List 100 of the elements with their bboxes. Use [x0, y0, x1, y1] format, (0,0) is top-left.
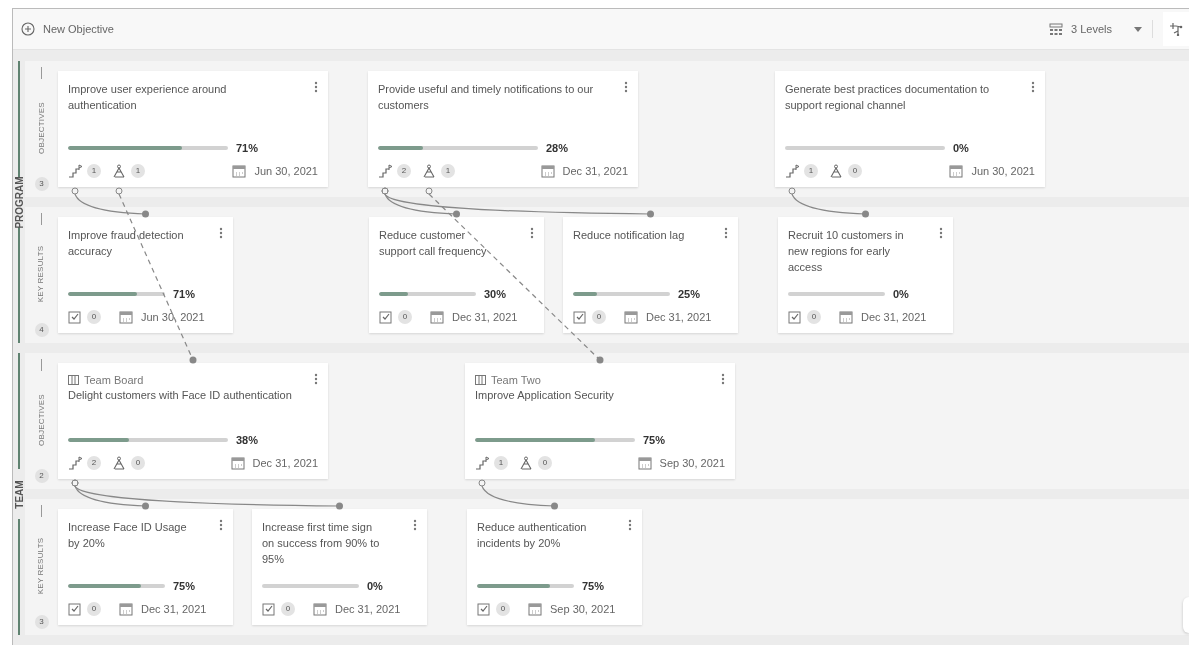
more-icon[interactable]	[724, 227, 728, 239]
calendar-icon	[230, 455, 245, 470]
count-badge: 0	[538, 455, 552, 470]
checkbox-icon	[379, 309, 393, 324]
count-badge: 0	[592, 309, 606, 324]
progress-percent: 75%	[173, 579, 196, 594]
due-date: Dec 31, 2021	[646, 309, 712, 325]
progress-percent: 25%	[678, 287, 701, 302]
caret-icon	[1134, 26, 1142, 32]
checkbox-icon	[573, 309, 587, 324]
team-name: Team Board	[84, 373, 144, 387]
objective-card[interactable]: Improve user experience around authentication 71% 1 1 Jun 30, 2021	[58, 71, 328, 187]
lane-handle[interactable]	[41, 213, 42, 225]
progress-percent: 28%	[546, 141, 569, 156]
more-icon[interactable]	[628, 519, 632, 531]
card-title: Increase first time sign on success from 90% to 95%	[262, 520, 381, 567]
more-icon[interactable]	[1031, 81, 1035, 93]
add-icon	[21, 22, 35, 36]
more-icon[interactable]	[530, 227, 534, 239]
objective-card[interactable]: Team Two Improve Application Security 75% 1 0 Sep 30, 2021	[465, 363, 735, 479]
count-badge: 2	[87, 455, 101, 470]
lane-count: 4	[34, 323, 49, 337]
lane-count: 3	[34, 177, 49, 191]
card-title: Reduce notification lag	[573, 228, 685, 243]
objective-card[interactable]: Provide useful and timely notifications to our customers 28% 2 1 Dec 31, 2021	[368, 71, 638, 187]
count-badge: 0	[281, 601, 295, 616]
calendar-icon	[119, 601, 133, 616]
alignment-icon	[112, 163, 126, 178]
due-date: Dec 31, 2021	[335, 601, 401, 617]
new-objective-button[interactable]: New Objective	[21, 20, 114, 38]
calendar-icon	[119, 309, 133, 324]
count-badge: 1	[804, 163, 818, 178]
count-badge: 0	[398, 309, 412, 324]
toolbar-button[interactable]	[1163, 12, 1189, 46]
stairs-icon	[68, 455, 82, 470]
alignment-icon	[519, 455, 533, 470]
calendar-icon	[839, 309, 853, 324]
count-badge: 0	[131, 455, 145, 470]
more-icon[interactable]	[721, 373, 725, 385]
calendar-icon	[232, 163, 247, 178]
lane-label: OBJECTIVES	[35, 394, 47, 446]
more-icon[interactable]	[939, 227, 943, 239]
board-icon	[475, 375, 486, 385]
lane-handle[interactable]	[41, 67, 42, 79]
progress-percent: 71%	[173, 287, 196, 302]
checkbox-icon	[477, 601, 491, 616]
due-date: Sep 30, 2021	[659, 455, 725, 471]
card-title: Recruit 10 customers in new regions for early access	[788, 228, 905, 275]
calendar-icon	[430, 309, 444, 324]
due-date: Jun 30, 2021	[141, 309, 205, 325]
more-icon[interactable]	[219, 227, 223, 239]
lane-handle[interactable]	[41, 505, 42, 517]
checkbox-icon	[68, 309, 82, 324]
alignment-icon	[829, 163, 843, 178]
more-icon[interactable]	[314, 81, 318, 93]
card-title: Improve user experience around authentication	[68, 82, 228, 113]
progress-percent: 0%	[893, 287, 909, 302]
objective-card[interactable]: Generate best practices documentation to support regional channel 0% 1 0 Jun 30, 2021	[775, 71, 1045, 187]
due-date: Dec 31, 2021	[252, 455, 318, 471]
calendar-icon	[313, 601, 327, 616]
due-date: Dec 31, 2021	[452, 309, 518, 325]
progress-percent: 0%	[367, 579, 383, 594]
checkbox-icon	[262, 601, 276, 616]
lane-label: KEY RESULTS	[35, 245, 47, 303]
count-badge: 1	[494, 455, 508, 470]
team-name: Team Two	[491, 373, 541, 387]
count-badge: 2	[397, 163, 411, 178]
calendar-icon	[540, 163, 555, 178]
levels-icon	[1049, 22, 1063, 36]
key-result-card[interactable]: Increase Face ID Usage by 20% 75% 0 Dec 31, 2021	[58, 509, 233, 625]
due-date: Jun 30, 2021	[971, 163, 1035, 179]
key-result-card[interactable]: Improve fraud detection accuracy 71% 0 Jun 30, 2021	[58, 217, 233, 333]
count-badge: 0	[807, 309, 821, 324]
key-result-card[interactable]: Reduce notification lag 25% 0 Dec 31, 2021	[563, 217, 738, 333]
due-date: Dec 31, 2021	[861, 309, 927, 325]
calendar-icon	[528, 601, 542, 616]
more-icon[interactable]	[314, 373, 318, 385]
count-badge: 0	[496, 601, 510, 616]
count-badge: 1	[131, 163, 145, 178]
lane-count: 3	[34, 615, 49, 629]
board-icon	[68, 375, 79, 385]
progress-percent: 38%	[236, 433, 259, 448]
key-result-card[interactable]: Reduce authentication incidents by 20% 75% 0 Sep 30, 2021	[467, 509, 642, 625]
card-title: Generate best practices documentation to support regional channel	[785, 82, 991, 113]
checkbox-icon	[788, 309, 802, 324]
objective-card[interactable]: Team Board Delight customers with Face ID authentication 38% 2 0 Dec 31, 2021	[58, 363, 328, 479]
more-icon[interactable]	[624, 81, 628, 93]
levels-dropdown[interactable]: 3 Levels	[1049, 20, 1142, 38]
due-date: Dec 31, 2021	[141, 601, 207, 617]
key-result-card[interactable]: Reduce customer support call frequency 30% 0 Dec 31, 2021	[369, 217, 544, 333]
key-result-card[interactable]: Recruit 10 customers in new regions for early access 0% 0 Dec 31, 2021	[778, 217, 953, 333]
progress-percent: 71%	[236, 141, 259, 156]
alignment-icon	[112, 455, 126, 470]
alignment-icon	[422, 163, 436, 178]
key-result-card[interactable]: Increase first time sign on success from 90% to 95% 0% 0 Dec 31, 2021	[252, 509, 427, 625]
card-title: Reduce authentication incidents by 20%	[477, 520, 588, 551]
more-icon[interactable]	[219, 519, 223, 531]
due-date: Sep 30, 2021	[550, 601, 616, 617]
more-icon[interactable]	[413, 519, 417, 531]
lane-handle[interactable]	[41, 359, 42, 371]
